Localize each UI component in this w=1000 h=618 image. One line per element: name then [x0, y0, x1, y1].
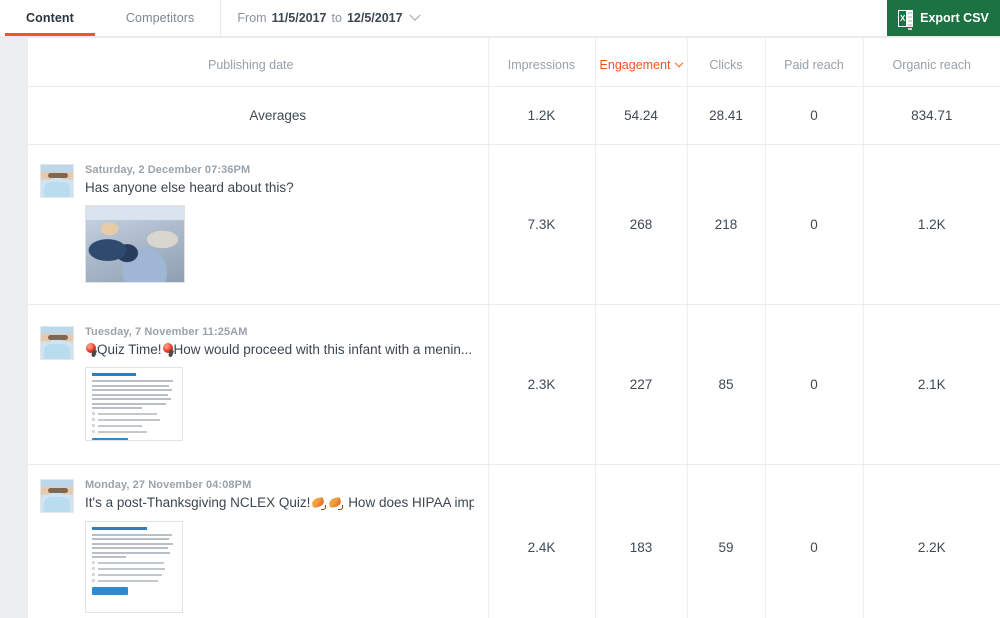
post-cell[interactable]: Monday, 27 November 04:08PM It's a post-…: [28, 464, 488, 618]
post-text: Has anyone else heard about this?: [85, 180, 474, 197]
page-body: Publishing date Impressions Engagement C…: [0, 38, 1000, 618]
averages-impressions: 1.2K: [487, 86, 595, 145]
check-answer-button[interactable]: [92, 438, 128, 441]
posts-table: Publishing date Impressions Engagement C…: [28, 38, 1000, 618]
column-header-engagement-label: Engagement: [599, 58, 671, 72]
excel-file-icon: X: [898, 9, 914, 30]
cell-engagement: 227: [594, 304, 687, 465]
post-thumbnail-photo[interactable]: [85, 205, 185, 284]
cell-clicks: 59: [686, 464, 765, 618]
table-row[interactable]: Monday, 27 November 04:08PM It's a post-…: [28, 464, 1000, 618]
cell-impressions: 2.4K: [487, 464, 595, 618]
column-header-organic-reach[interactable]: Organic reach: [862, 38, 1000, 87]
averages-engagement: 54.24: [594, 86, 687, 145]
chevron-down-icon: [408, 9, 421, 21]
cell-organic-reach: 2.2K: [862, 464, 1000, 618]
table-row[interactable]: Saturday, 2 December 07:36PM Has anyone …: [28, 144, 1000, 305]
tab-content[interactable]: Content: [0, 0, 100, 36]
column-header-impressions[interactable]: Impressions: [487, 38, 595, 87]
tab-competitors-label: Competitors: [125, 11, 195, 25]
averages-label-cell: Averages: [28, 86, 488, 145]
avatar: [40, 479, 74, 514]
post-cell[interactable]: Saturday, 2 December 07:36PM Has anyone …: [28, 144, 488, 305]
post-text-part-b: How does HIPAA impa...: [348, 495, 474, 511]
cell-organic-reach: 1.2K: [862, 144, 1000, 305]
cell-impressions: 2.3K: [487, 304, 595, 465]
averages-row: Averages 1.2K 54.24 28.41 0 834.71: [28, 86, 1000, 145]
cell-paid-reach: 0: [764, 304, 863, 465]
post-text-part-a: Quiz Time!: [97, 341, 162, 357]
top-bar: Content Competitors From 11/5/2017 to 12…: [0, 0, 1000, 36]
post-text-part-a: It's a post-Thanksgiving NCLEX Quiz!: [85, 495, 311, 511]
post-thumbnail-quiz[interactable]: [85, 367, 183, 442]
round-pushpin-icon: [85, 342, 97, 357]
tab-content-label: Content: [26, 11, 74, 25]
cell-organic-reach: 2.1K: [862, 304, 1000, 465]
check-answer-button[interactable]: [92, 587, 128, 596]
content-card: Publishing date Impressions Engagement C…: [28, 38, 1000, 618]
column-header-paid-reach[interactable]: Paid reach: [764, 38, 863, 87]
date-range-to-label: to: [331, 11, 342, 25]
tab-bar: Content Competitors: [0, 0, 220, 36]
table-body: Averages 1.2K 54.24 28.41 0 834.71 Satur…: [28, 86, 1000, 618]
tab-competitors[interactable]: Competitors: [100, 0, 220, 36]
column-header-publishing-date[interactable]: Publishing date: [28, 38, 488, 87]
date-range-from-value: 11/5/2017: [271, 11, 327, 25]
date-range-selector[interactable]: From 11/5/2017 to 12/5/2017: [221, 0, 434, 36]
table-row[interactable]: Tuesday, 7 November 11:25AM Quiz Time! Ho…: [28, 304, 1000, 465]
cell-paid-reach: 0: [764, 464, 863, 618]
cell-clicks: 218: [686, 144, 765, 305]
averages-organic-reach: 834.71: [862, 86, 1000, 145]
post-text: It's a post-Thanksgiving NCLEX Quiz! How…: [85, 495, 474, 512]
excel-icon-glyph: X: [898, 9, 908, 27]
chevron-down-icon: [675, 58, 684, 68]
post-date: Saturday, 2 December 07:36PM: [85, 163, 251, 176]
column-header-clicks[interactable]: Clicks: [686, 38, 765, 87]
post-date: Monday, 27 November 04:08PM: [85, 479, 252, 492]
cell-impressions: 7.3K: [487, 144, 595, 305]
table-header: Publishing date Impressions Engagement C…: [28, 38, 1000, 87]
cell-clicks: 85: [686, 304, 765, 465]
date-range-from-label: From: [237, 11, 267, 25]
export-csv-label: Export CSV: [920, 11, 989, 25]
post-text: Quiz Time! How would proceed with this in…: [85, 342, 474, 359]
post-thumbnail-quiz[interactable]: [85, 520, 183, 613]
post-text-label: Has anyone else heard about this?: [85, 179, 294, 195]
fallen-leaf-icon: [328, 496, 344, 511]
averages-paid-reach: 0: [764, 86, 863, 145]
post-text-part-b: How would proceed with this infant with …: [173, 341, 473, 357]
date-range-to-value: 12/5/2017: [346, 11, 403, 25]
round-pushpin-icon: [162, 342, 174, 357]
export-csv-button[interactable]: X Export CSV: [887, 0, 1000, 36]
table-header-row: Publishing date Impressions Engagement C…: [28, 38, 1000, 87]
post-cell[interactable]: Tuesday, 7 November 11:25AM Quiz Time! Ho…: [28, 304, 488, 465]
averages-label: Averages: [249, 108, 307, 123]
column-header-engagement[interactable]: Engagement: [594, 38, 687, 87]
averages-clicks: 28.41: [686, 86, 765, 145]
post-date: Tuesday, 7 November 11:25AM: [85, 325, 248, 338]
avatar: [40, 325, 74, 360]
avatar: [40, 163, 74, 198]
cell-paid-reach: 0: [764, 144, 863, 305]
fallen-leaf-icon: [311, 496, 327, 511]
cell-engagement: 183: [594, 464, 687, 618]
cell-engagement: 268: [594, 144, 687, 305]
